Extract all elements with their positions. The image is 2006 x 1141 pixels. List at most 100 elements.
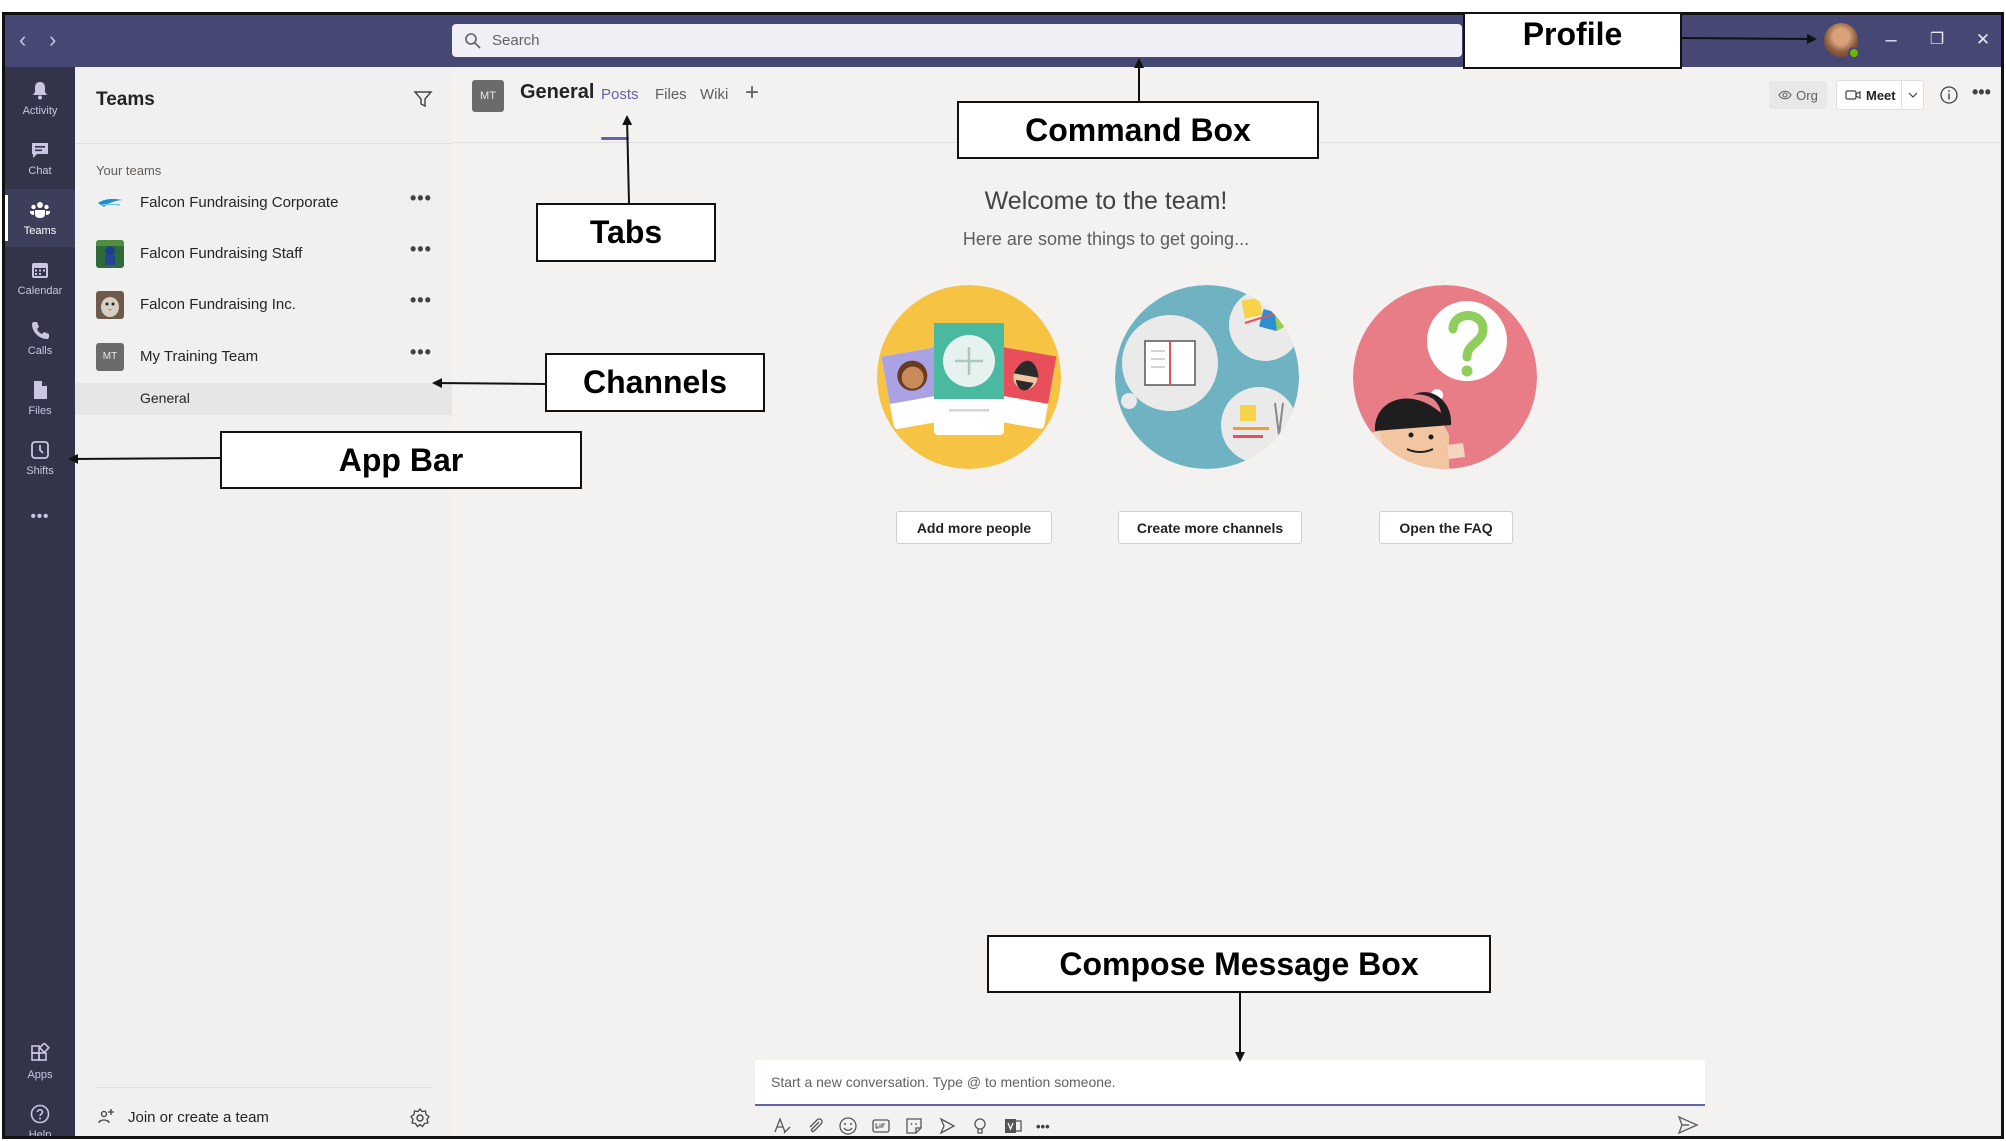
team-row-falcon-fundraising-corporate[interactable]: Falcon Fundraising Corporate ••• [75, 180, 452, 226]
gear-icon[interactable] [409, 1107, 431, 1129]
app-bar-label: Calls [27, 345, 53, 357]
stream-icon[interactable] [1003, 1116, 1023, 1136]
annotation-command-box: Command Box [957, 101, 1319, 159]
app-bar-apps[interactable]: Apps [5, 1033, 75, 1091]
meet-now-icon[interactable] [937, 1116, 957, 1136]
forward-arrow-icon[interactable]: › [49, 29, 56, 51]
app-bar-label: Chat [28, 165, 52, 177]
annotation-tabs: Tabs [536, 203, 716, 262]
app-bar-shifts[interactable]: Shifts [5, 429, 75, 487]
app-bar-more-button[interactable]: ••• [5, 501, 75, 531]
team-initials-badge: MT [96, 343, 124, 371]
app-bar-calendar[interactable]: Calendar [5, 249, 75, 307]
back-arrow-icon[interactable]: ‹ [19, 29, 26, 51]
annotation-profile: Profile [1463, 12, 1682, 69]
meet-label: Meet [1866, 87, 1896, 103]
praise-icon[interactable] [970, 1116, 990, 1136]
org-label: Org [1796, 87, 1818, 103]
open-faq-button[interactable]: Open the FAQ [1379, 511, 1513, 544]
add-more-people-button[interactable]: Add more people [896, 511, 1052, 544]
team-photo-icon [96, 240, 124, 268]
divider [96, 1087, 432, 1088]
team-name: Falcon Fundraising Corporate [140, 194, 339, 211]
channel-title: General [520, 81, 595, 103]
org-button[interactable]: Org [1769, 81, 1827, 109]
app-bar-label: Files [28, 405, 52, 417]
team-name: Falcon Fundraising Staff [140, 245, 303, 262]
compose-placeholder: Start a new conversation. Type @ to ment… [771, 1074, 1116, 1090]
teams-pane-title: Teams [96, 89, 155, 110]
app-bar-label: Help [28, 1129, 52, 1139]
app-bar-files[interactable]: Files [5, 369, 75, 427]
team-row-falcon-fundraising-staff[interactable]: Falcon Fundraising Staff ••• [75, 231, 452, 277]
calendar-icon [32, 263, 48, 278]
compose-more-button[interactable]: ••• [1036, 1116, 1050, 1136]
profile-avatar[interactable] [1824, 23, 1860, 59]
teams-list-pane: Teams Your teams Falcon Fundraising Corp… [75, 67, 452, 1136]
filter-icon[interactable] [413, 89, 433, 109]
minimize-button[interactable]: – [1871, 25, 1911, 55]
file-icon [34, 381, 47, 399]
team-more-options-button[interactable]: ••• [410, 290, 432, 311]
divider [75, 143, 452, 144]
eye-icon [1778, 90, 1792, 100]
emoji-icon[interactable] [838, 1116, 858, 1136]
app-bar-label: Apps [27, 1069, 53, 1081]
app-bar-label: Activity [22, 105, 58, 117]
add-tab-button[interactable]: + [745, 79, 759, 107]
video-camera-icon [1845, 90, 1861, 100]
gif-icon[interactable] [871, 1116, 891, 1136]
info-icon[interactable] [1939, 85, 1959, 105]
team-name: Falcon Fundraising Inc. [140, 296, 296, 313]
attach-icon[interactable] [805, 1116, 825, 1136]
app-bar-teams[interactable]: Teams [5, 189, 75, 247]
team-more-options-button[interactable]: ••• [410, 239, 432, 260]
annotation-app-bar: App Bar [220, 431, 582, 489]
create-channels-illustration [1115, 285, 1299, 469]
channel-general[interactable]: General [75, 383, 452, 415]
tab-wiki[interactable]: Wiki [700, 86, 728, 103]
title-bar: ‹ › Search – ❐ ✕ [5, 15, 2001, 67]
annotation-compose-message-box: Compose Message Box [987, 935, 1491, 993]
meet-dropdown-button[interactable] [1901, 81, 1923, 109]
add-people-illustration [877, 285, 1061, 469]
team-photo-icon [96, 291, 124, 319]
maximize-button[interactable]: ❐ [1917, 25, 1957, 55]
meet-button[interactable]: Meet [1836, 80, 1924, 110]
send-icon[interactable] [1677, 1114, 1699, 1136]
tab-files[interactable]: Files [655, 86, 687, 103]
create-more-channels-button[interactable]: Create more channels [1118, 511, 1302, 544]
your-teams-label: Your teams [96, 163, 162, 178]
bell-icon [33, 82, 47, 100]
command-box-search[interactable]: Search [452, 24, 1462, 57]
apps-icon [31, 1043, 50, 1061]
app-bar-help[interactable]: Help [5, 1093, 75, 1139]
teams-icon [30, 202, 50, 218]
falcon-logo-icon [98, 199, 122, 207]
compose-message-box[interactable]: Start a new conversation. Type @ to ment… [755, 1060, 1705, 1106]
help-icon [30, 1104, 50, 1124]
team-row-my-training-team[interactable]: MT My Training Team ••• [75, 334, 452, 380]
join-or-create-team-button[interactable]: Join or create a team [96, 1107, 269, 1127]
format-icon[interactable] [772, 1116, 792, 1136]
search-placeholder: Search [492, 32, 540, 49]
team-more-options-button[interactable]: ••• [410, 188, 432, 209]
chevron-down-icon [1908, 92, 1917, 98]
chat-icon [32, 143, 48, 158]
app-bar-label: Shifts [26, 465, 54, 477]
search-icon [465, 32, 481, 49]
team-more-options-button[interactable]: ••• [410, 342, 432, 363]
app-bar-label: Calendar [17, 285, 63, 297]
app-bar-activity[interactable]: Activity [5, 69, 75, 127]
close-button[interactable]: ✕ [1963, 25, 2001, 55]
sticker-icon[interactable] [904, 1116, 924, 1136]
app-bar-label: Teams [23, 225, 57, 237]
app-bar-calls[interactable]: Calls [5, 309, 75, 367]
clock-icon [31, 441, 49, 459]
team-row-falcon-fundraising-inc[interactable]: Falcon Fundraising Inc. ••• [75, 282, 452, 328]
channel-more-options-button[interactable]: ••• [1972, 82, 1991, 103]
active-tab-indicator [601, 137, 629, 140]
app-bar-chat[interactable]: Chat [5, 129, 75, 187]
tab-posts[interactable]: Posts [601, 86, 639, 103]
channel-name: General [140, 390, 190, 406]
